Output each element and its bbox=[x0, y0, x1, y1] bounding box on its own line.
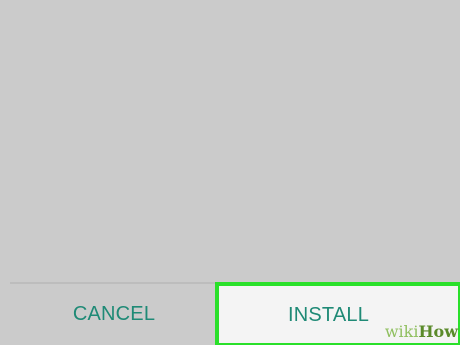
install-button[interactable]: INSTALL bbox=[215, 282, 460, 345]
dialog-button-bar: CANCEL INSTALL bbox=[0, 282, 460, 345]
install-button-label: INSTALL bbox=[287, 304, 370, 326]
cancel-button-label: CANCEL bbox=[72, 303, 156, 325]
install-dialog-screen: CANCEL INSTALL wiki How bbox=[0, 0, 460, 345]
dialog-content-area bbox=[0, 0, 460, 282]
cancel-button[interactable]: CANCEL bbox=[0, 284, 228, 345]
